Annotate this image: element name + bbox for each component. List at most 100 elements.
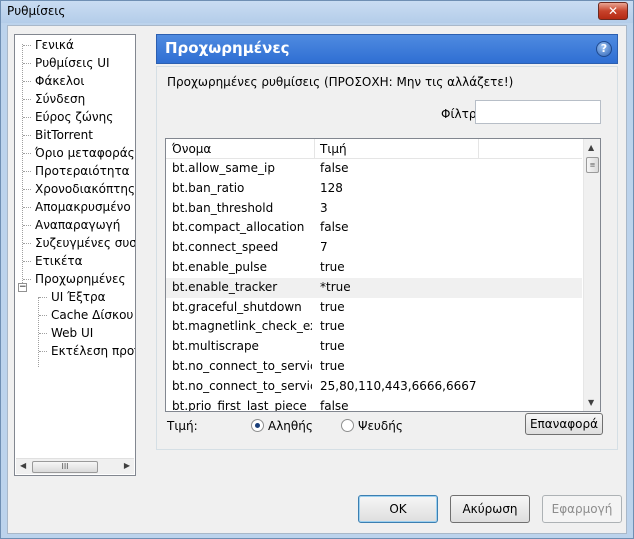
scroll-down-icon[interactable]: ▼ (588, 398, 594, 407)
section-title: Προχωρημένες (165, 39, 290, 57)
table-row[interactable]: bt.allow_same_ip false (166, 159, 582, 179)
tree-connector (23, 99, 31, 100)
tree-item[interactable]: BitTorrent (35, 126, 93, 144)
tree-connector (39, 315, 47, 316)
tree-item[interactable]: Ρυθμίσεις UI (35, 54, 110, 72)
setting-value: 7 (320, 240, 328, 255)
setting-name: bt.allow_same_ip (172, 161, 275, 175)
table-row[interactable]: bt.enable_pulse true (166, 258, 582, 278)
column-header-value[interactable]: Τιμή (320, 142, 347, 156)
table-row[interactable]: bt.prio_first_last_piece false (166, 397, 582, 412)
table-row[interactable]: bt.graceful_shutdown true (166, 298, 582, 318)
tree-item[interactable]: Απομακρυσμένο (35, 198, 131, 216)
advanced-settings-group: Προχωρημένες ρυθμίσεις (ΠΡΟΣΟΧΗ: Μην τις… (156, 66, 618, 450)
help-icon[interactable]: ? (596, 41, 612, 57)
setting-name: bt.no_connect_to_services (172, 358, 312, 373)
tree-item[interactable]: Γενικά (35, 36, 74, 54)
tree-item[interactable]: Ετικέτα (35, 252, 83, 270)
column-header-name[interactable]: Όνομα (172, 142, 211, 156)
tree-item[interactable]: Εύρος ζώνης (35, 108, 113, 126)
setting-name: bt.enable_pulse (172, 259, 268, 274)
table-row[interactable]: bt.compact_allocation false (166, 218, 582, 238)
close-button[interactable]: ✕ (598, 2, 628, 20)
settings-rows: bt.allow_same_ip false bt.ban_ratio 128 bt.b… (166, 159, 582, 412)
tree-connector (23, 153, 31, 154)
tree-item[interactable]: Προτεραιότητα (35, 162, 130, 180)
list-vertical-scrollbar[interactable]: ▲ ≡ ▼ (583, 139, 600, 411)
tree-item[interactable]: Σύνδεση (35, 90, 85, 108)
setting-value: false (320, 161, 349, 175)
tree-connector (23, 243, 31, 244)
window-title: Ρυθμίσεις (7, 4, 66, 18)
setting-name: bt.enable_tracker (172, 279, 278, 294)
setting-value: true (320, 259, 345, 274)
setting-name: bt.prio_first_last_piece (172, 398, 307, 412)
table-row[interactable]: bt.ban_ratio 128 (166, 179, 582, 199)
column-separator[interactable] (478, 139, 479, 159)
settings-window: Ρυθμίσεις ✕ Γενικά Ρυθμίσεις UI Φάκελοι Σύν… (0, 0, 634, 539)
radio-true-label: Αληθής (268, 419, 313, 433)
setting-name: bt.ban_threshold (172, 200, 274, 215)
tree-connector (39, 351, 47, 352)
scroll-thumb[interactable]: III (32, 461, 98, 473)
group-caption: Προχωρημένες ρυθμίσεις (ΠΡΟΣΟΧΗ: Μην τις… (167, 75, 514, 89)
cancel-button[interactable]: Ακύρωση (450, 495, 530, 523)
tree-connector (23, 81, 31, 82)
category-tree: Γενικά Ρυθμίσεις UI Φάκελοι Σύνδεση Εύρος ζώ… (14, 34, 136, 476)
tree-connector (23, 189, 31, 190)
setting-name: bt.graceful_shutdown (172, 299, 302, 314)
table-row[interactable]: bt.connect_speed 7 (166, 238, 582, 258)
collapse-icon[interactable]: − (18, 283, 27, 292)
column-separator[interactable] (314, 139, 315, 159)
tree-connector (23, 63, 31, 64)
tree-connector (23, 261, 31, 262)
setting-value: true (320, 319, 345, 334)
scroll-thumb[interactable]: ≡ (586, 157, 599, 173)
tree-child-item[interactable]: Web UI (51, 324, 93, 342)
setting-value: 128 (320, 180, 343, 195)
tree-child-item[interactable]: Cache Δίσκου (51, 306, 133, 324)
tree-item[interactable]: Όριο μεταφοράς (35, 144, 135, 162)
tree-connector (23, 279, 31, 280)
ok-button[interactable]: OK (358, 495, 438, 523)
table-row[interactable]: bt.no_connect_to_service... 25,80,110,443… (166, 377, 582, 397)
tree-connector (23, 117, 31, 118)
setting-value: false (320, 398, 349, 412)
setting-name: bt.magnetlink_check_exi... (172, 319, 312, 334)
tree-connector (23, 135, 31, 136)
radio-false[interactable]: Ψευδής (341, 419, 403, 433)
table-row[interactable]: bt.enable_tracker *true (166, 277, 582, 298)
filter-input[interactable] (475, 100, 601, 124)
tree-item[interactable]: Φάκελοι (35, 72, 84, 90)
tree-connector (23, 225, 31, 226)
table-row[interactable]: bt.ban_threshold 3 (166, 199, 582, 219)
radio-selected-icon[interactable] (251, 419, 264, 432)
table-row[interactable]: bt.multiscrape true (166, 337, 582, 357)
setting-name: bt.multiscrape (172, 339, 259, 354)
tree-item[interactable]: Χρονοδιακόπτης (35, 180, 135, 198)
tree-horizontal-scrollbar[interactable]: ◀ III ▶ (16, 458, 134, 474)
scroll-left-icon[interactable]: ◀ (20, 461, 26, 470)
setting-name: bt.no_connect_to_service... (172, 378, 312, 393)
setting-value: true (320, 339, 345, 354)
title-bar[interactable]: Ρυθμίσεις ✕ (1, 1, 633, 23)
setting-value: 3 (320, 200, 328, 215)
scroll-right-icon[interactable]: ▶ (124, 461, 130, 470)
table-row[interactable]: bt.no_connect_to_services true (166, 357, 582, 377)
value-label: Τιμή: (167, 419, 198, 433)
settings-list: Όνομα Τιμή bt.allow_same_ip false bt.ban_r… (165, 138, 601, 412)
scroll-up-icon[interactable]: ▲ (588, 143, 594, 152)
tree-child-item[interactable]: Εκτέλεση προγρ (51, 342, 135, 360)
tree-child-item[interactable]: UI Έξτρα (51, 288, 106, 306)
setting-name: bt.ban_ratio (172, 180, 245, 195)
tree-item[interactable]: Αναπαραγωγή (35, 216, 120, 234)
apply-button[interactable]: Εφαρμογή (542, 495, 622, 523)
tree-item[interactable]: Προχωρημένες (35, 270, 126, 288)
tree-item[interactable]: Συζευγμένες συσκ (35, 234, 135, 252)
radio-false-label: Ψευδής (358, 419, 403, 433)
radio-true[interactable]: Αληθής (251, 419, 313, 433)
table-row[interactable]: bt.magnetlink_check_exi... true (166, 317, 582, 337)
reset-button[interactable]: Επαναφορά (525, 413, 603, 435)
tree-connector (23, 45, 31, 46)
radio-unselected-icon[interactable] (341, 419, 354, 432)
